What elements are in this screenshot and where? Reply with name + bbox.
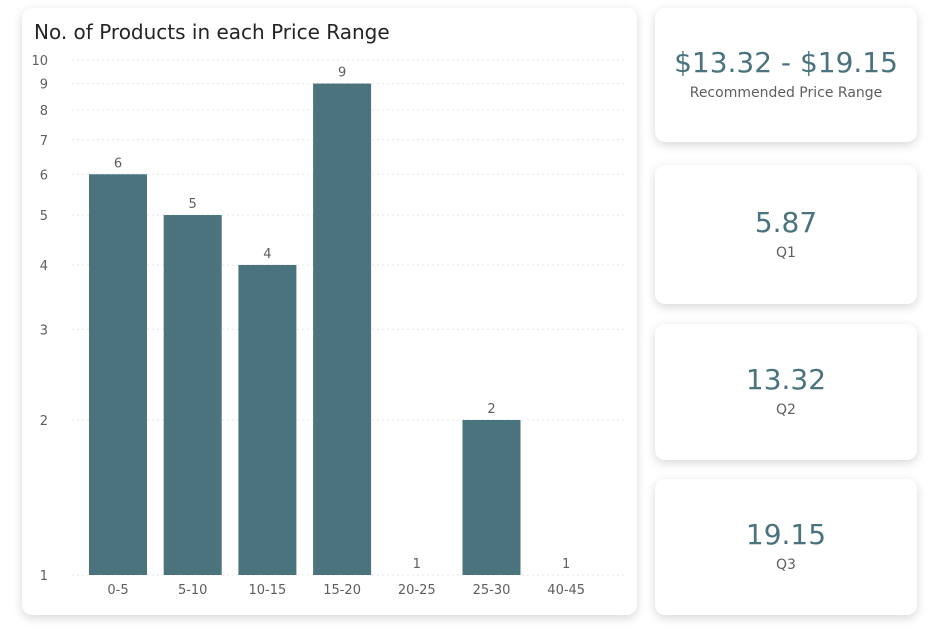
chart-card: No. of Products in each Price Range 1234… [22, 8, 637, 615]
data-label: 2 [487, 402, 495, 417]
y-tick-label: 1 [40, 569, 48, 584]
x-tick-label: 10-15 [249, 583, 287, 598]
kpi-label: Q1 [776, 244, 796, 261]
y-tick-label: 2 [40, 414, 48, 429]
data-label: 1 [562, 557, 570, 572]
data-label: 6 [114, 156, 122, 171]
kpi-value: 5.87 [754, 205, 818, 239]
x-tick-label: 20-25 [398, 583, 436, 598]
y-tick-label: 8 [40, 104, 48, 119]
data-label: 4 [263, 247, 271, 262]
data-label: 9 [338, 66, 346, 81]
y-tick-label: 5 [40, 209, 48, 224]
x-tick-label: 0-5 [107, 583, 128, 598]
x-tick-label: 25-30 [473, 583, 511, 598]
x-tick-label: 40-45 [547, 583, 585, 598]
kpi-label: Q3 [776, 557, 796, 573]
kpi-value: 19.15 [745, 518, 827, 551]
kpi-card-q3: 19.15 Q3 [655, 479, 917, 615]
bar-chart: 1 2 3 4 5 6 7 8 9 10 6 0-5 5 5-10 4 10-15 9 15-20 1 20-25 2 2… [31, 54, 624, 598]
kpi-card-q2: 13.32 Q2 [655, 324, 917, 460]
x-tick-label: 5-10 [178, 583, 208, 598]
kpi-value: $13.32 - $19.15 [674, 46, 898, 79]
bar [163, 215, 222, 575]
kpi-card-recommended-range: $13.32 - $19.15 Recommended Price Range [655, 8, 917, 142]
y-tick-label: 6 [40, 168, 48, 183]
y-tick-label: 3 [40, 323, 48, 338]
bar [462, 419, 521, 575]
y-tick-label: 7 [40, 134, 48, 149]
y-tick-label: 4 [40, 259, 48, 274]
bar [313, 83, 372, 575]
kpi-value: 13.32 [745, 363, 827, 396]
bar [238, 264, 297, 575]
y-tick-label: 9 [40, 78, 48, 93]
kpi-card-q1: 5.87 Q1 [655, 165, 917, 304]
x-tick-label: 15-20 [323, 583, 361, 598]
y-tick-label: 10 [31, 54, 48, 69]
data-label: 1 [413, 557, 421, 572]
bar [89, 174, 147, 575]
data-label: 5 [189, 197, 197, 212]
kpi-label: Q2 [776, 402, 796, 418]
kpi-label: Recommended Price Range [689, 85, 883, 101]
